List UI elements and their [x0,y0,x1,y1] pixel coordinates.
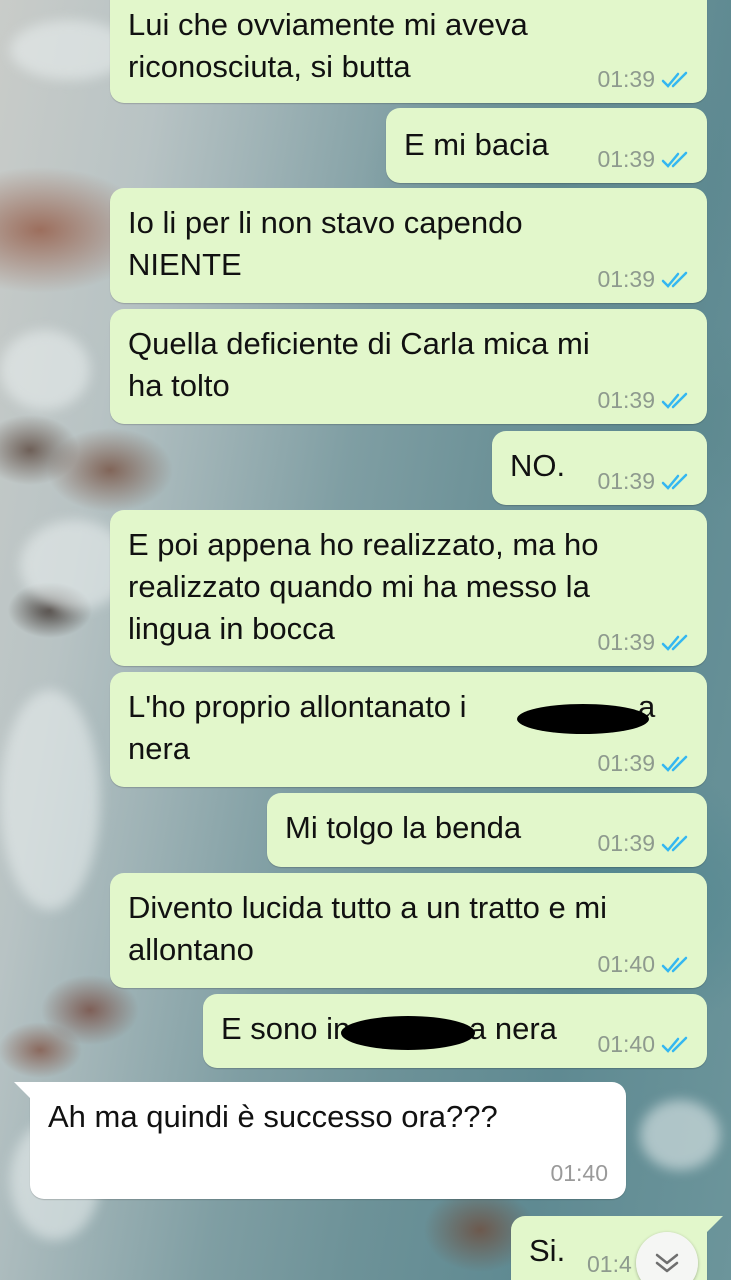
message-text-line: Quella deficiente di Carla mica mi [128,326,590,361]
message-text-line: Mi tolgo la benda [285,810,522,845]
message-time: 01:40 [597,1031,655,1057]
double-check-read-icon [661,71,688,88]
message-text-line: nera [128,731,191,766]
message-text-line: realizzato quando mi ha messo la [128,569,590,604]
double-check-read-icon [661,1036,688,1053]
message-bubble-incoming[interactable]: Ah ma quindi è successo ora??? 01:40 [30,1082,626,1199]
double-check-read-icon [661,956,688,973]
message-time: 01:39 [597,629,655,655]
message-text-line: E mi bacia [404,127,549,162]
double-check-read-icon [661,271,688,288]
redaction-mark [341,1016,475,1050]
double-check-read-icon [661,835,688,852]
message-text-line: Ah ma quindi è successo ora??? [48,1099,498,1134]
double-check-read-icon [661,634,688,651]
message-text-line: E sono in [221,1011,351,1046]
message-text-line: Divento lucida tutto a un tratto e mi [128,890,608,925]
message-text-line: Io li per li non stavo capendo [128,205,523,240]
double-chevron-down-icon [655,1253,679,1273]
message-text-line: ha tolto [128,368,230,403]
double-check-read-icon [661,392,688,409]
double-check-read-icon [661,151,688,168]
double-check-read-icon [661,755,688,772]
message-text-line: NIENTE [128,247,242,282]
message-bubble-outgoing[interactable]: Mi tolgo la benda 01:39 [267,793,707,867]
message-text-line: Si. [529,1233,566,1268]
message-text-line: Lui che ovviamente mi aveva [128,7,528,42]
message-time: 01:39 [597,66,655,92]
message-time: 01:39 [597,266,655,292]
message-bubble-outgoing[interactable]: NO. 01:39 [492,431,707,505]
message-time: 01:39 [597,146,655,172]
message-time: 01:39 [597,387,655,413]
message-bubble-outgoing[interactable]: E poi appena ho realizzato, ma ho realiz… [110,510,707,666]
message-list[interactable]: Lui che ovviamente mi aveva riconosciuta… [0,0,731,1280]
message-time: 01:40 [550,1160,608,1186]
message-bubble-outgoing[interactable]: Io li per li non stavo capendo NIENTE 01… [110,188,707,303]
message-bubble-outgoing[interactable]: E sono in a nera 01:40 [203,994,707,1068]
message-time: 01:39 [597,468,655,494]
incoming-bubble-tail [14,1082,30,1098]
message-text-line: NO. [510,448,566,483]
message-time: 01:40 [597,951,655,977]
message-text-line: riconosciuta, si butta [128,49,411,84]
message-text-line: allontano [128,932,254,967]
message-bubble-outgoing[interactable]: Quella deficiente di Carla mica mi ha to… [110,309,707,424]
message-time: 01:39 [597,830,655,856]
message-bubble-outgoing[interactable]: Lui che ovviamente mi aveva riconosciuta… [110,0,707,103]
message-bubble-outgoing[interactable]: Divento lucida tutto a un tratto e mi al… [110,873,707,988]
outgoing-bubble-tail [707,1216,723,1232]
message-text-line: L'ho proprio allontanato i [128,689,467,724]
redaction-mark [517,704,649,734]
message-text-line: E poi appena ho realizzato, ma ho [128,527,599,562]
message-time: 01:4 [587,1251,632,1277]
double-check-read-icon [661,473,688,490]
message-time: 01:39 [597,750,655,776]
message-bubble-outgoing[interactable]: L'ho proprio allontanato i a nera 01:39 [110,672,707,787]
message-text-line-suffix: a nera [469,1011,557,1046]
message-text-line: lingua in bocca [128,611,335,646]
message-bubble-outgoing[interactable]: E mi bacia 01:39 [386,108,707,183]
